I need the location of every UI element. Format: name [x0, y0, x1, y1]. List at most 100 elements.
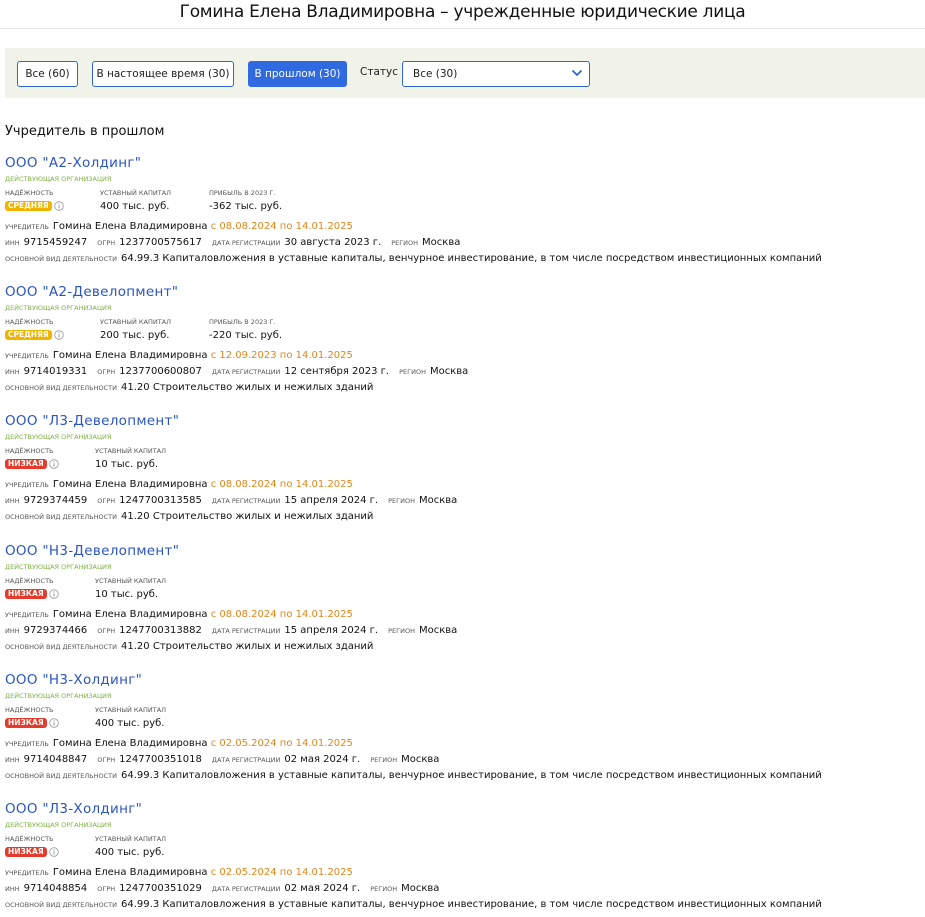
filter-bar: Все (60) В настоящее время (30) В прошло…: [5, 48, 925, 98]
company-name-link[interactable]: ООО "А2-Холдинг": [5, 155, 920, 172]
founder-line: учредитель Гомина Елена Владимировна с 08…: [5, 477, 920, 493]
founder-period: с 08.08.2024 по 14.01.2025: [210, 609, 353, 620]
company-metrics: надёжность низкая уставный капитал 400 тыс.…: [5, 835, 920, 865]
reg-date-value: 15 апреля 2024 г.: [284, 495, 379, 506]
company-card: ООО "Л3-Холдинг" действующая организация н…: [5, 801, 920, 913]
profit-label: прибыль в 2023 г.: [209, 318, 276, 326]
region-value: Москва: [418, 625, 458, 636]
company-metrics: надёжность низкая уставный капитал 400 тыс.…: [5, 706, 920, 736]
ogrn-value: 1247700313882: [119, 625, 202, 636]
filter-past-button[interactable]: В прошлом (30): [248, 61, 347, 87]
activity-value: 64.99.3 Капиталовложения в уставные капи…: [121, 253, 822, 264]
founder-line: учредитель Гомина Елена Владимировна с 02…: [5, 865, 920, 881]
region-value: Москва: [418, 495, 458, 506]
founder-name[interactable]: Гомина Елена Владимировна: [53, 609, 208, 620]
info-icon[interactable]: [53, 201, 64, 211]
capital-label: уставный капитал: [95, 447, 167, 455]
founder-name[interactable]: Гомина Елена Владимировна: [53, 479, 208, 490]
status-select-value: Все (30): [413, 68, 458, 80]
reg-date-label: дата регистрации: [211, 239, 281, 247]
info-icon[interactable]: [48, 459, 59, 469]
status-filter-label: Статус: [360, 66, 398, 78]
founder-name[interactable]: Гомина Елена Владимировна: [53, 738, 208, 749]
reliability-label: надёжность: [5, 189, 54, 197]
capital-value: 10 тыс. руб.: [95, 459, 159, 470]
reliability-metric: надёжность средняя: [5, 189, 64, 214]
company-metrics: надёжность низкая уставный капитал 10 тыс. …: [5, 577, 920, 607]
company-status: действующая организация: [5, 304, 112, 312]
reliability-badge: низкая: [5, 847, 47, 857]
capital-metric: уставный капитал 400 тыс. руб.: [100, 189, 171, 214]
inn-value: 9729374466: [23, 625, 88, 636]
info-icon[interactable]: [48, 718, 59, 728]
founder-period: с 08.08.2024 по 14.01.2025: [210, 479, 353, 490]
ogrn-value: 1247700313585: [119, 495, 202, 506]
activity-label: основной вид деятельности: [5, 643, 118, 651]
founder-line: учредитель Гомина Елена Владимировна с 02…: [5, 736, 920, 752]
activity-value: 64.99.3 Капиталовложения в уставные капи…: [121, 770, 822, 781]
ogrn-label: огрн: [97, 885, 116, 893]
ogrn-label: огрн: [97, 756, 116, 764]
founder-period: с 08.08.2024 по 14.01.2025: [210, 221, 353, 232]
profit-metric: прибыль в 2023 г. -362 тыс. руб.: [209, 189, 282, 214]
founder-name[interactable]: Гомина Елена Владимировна: [53, 867, 208, 878]
inn-value: 9715459247: [23, 237, 88, 248]
capital-metric: уставный капитал 10 тыс. руб.: [95, 447, 166, 472]
page-title: Гомина Елена Владимировна – учрежденные …: [179, 2, 746, 22]
ogrn-value: 1237700575617: [119, 237, 202, 248]
company-status: действующая организация: [5, 175, 112, 183]
inn-label: инн: [5, 368, 20, 376]
company-metrics: надёжность низкая уставный капитал 10 тыс. …: [5, 447, 920, 477]
filter-current-button[interactable]: В настоящее время (30): [92, 61, 234, 87]
reliability-badge: низкая: [5, 459, 47, 469]
reliability-badge: средняя: [5, 201, 52, 211]
ogrn-label: огрн: [97, 627, 116, 635]
activity-line: основной вид деятельности 41.20 Строитель…: [5, 639, 920, 655]
company-status: действующая организация: [5, 433, 112, 441]
inn-label: инн: [5, 497, 20, 505]
founder-label: учредитель: [5, 611, 49, 619]
capital-label: уставный капитал: [95, 835, 167, 843]
activity-label: основной вид деятельности: [5, 901, 118, 909]
region-value: Москва: [401, 754, 440, 765]
reg-date-label: дата регистрации: [211, 627, 281, 635]
region-label: регион: [388, 627, 415, 635]
filter-all-button[interactable]: Все (60): [17, 61, 78, 87]
section-title: Учредитель в прошлом: [5, 124, 165, 139]
reliability-badge: средняя: [5, 330, 52, 340]
region-value: Москва: [401, 883, 440, 894]
region-label: регион: [370, 756, 398, 764]
registry-line: инн 9715459247 огрн 1237700575617 дата регис…: [5, 235, 920, 251]
status-select[interactable]: Все (30): [402, 61, 590, 87]
capital-value: 10 тыс. руб.: [95, 589, 159, 600]
capital-metric: уставный капитал 400 тыс. руб.: [95, 706, 166, 731]
company-card: ООО "А2-Девелопмент" действующая организа…: [5, 284, 920, 396]
reliability-badge: низкая: [5, 589, 47, 599]
region-label: регион: [399, 368, 426, 376]
inn-value: 9729374459: [23, 495, 88, 506]
registry-line: инн 9714019331 огрн 1237700600807 дата регис…: [5, 364, 920, 380]
activity-line: основной вид деятельности 64.99.3 Капитал…: [5, 897, 920, 913]
info-icon[interactable]: [48, 847, 59, 857]
inn-label: инн: [5, 756, 20, 764]
activity-value: 64.99.3 Капиталовложения в уставные капи…: [121, 899, 822, 910]
founder-name[interactable]: Гомина Елена Владимировна: [53, 350, 208, 361]
company-card: ООО "А2-Холдинг" действующая организация н…: [5, 155, 920, 267]
reliability-label: надёжность: [5, 577, 54, 585]
inn-label: инн: [5, 885, 20, 893]
company-name-link[interactable]: ООО "Н3-Девелопмент": [5, 543, 920, 560]
activity-value: 41.20 Строительство жилых и нежилых здан…: [121, 382, 374, 393]
registry-line: инн 9729374466 огрн 1247700313882 дата регис…: [5, 623, 920, 639]
company-metrics: надёжность средняя уставный капитал 400 тыс…: [5, 189, 920, 219]
info-icon[interactable]: [53, 330, 64, 340]
capital-value: 400 тыс. руб.: [95, 847, 165, 858]
company-name-link[interactable]: ООО "Н3-Холдинг": [5, 672, 920, 689]
reliability-label: надёжность: [5, 835, 54, 843]
company-name-link[interactable]: ООО "Л3-Холдинг": [5, 801, 920, 818]
company-name-link[interactable]: ООО "А2-Девелопмент": [5, 284, 920, 301]
info-icon[interactable]: [48, 589, 59, 599]
capital-label: уставный капитал: [95, 577, 167, 585]
founder-name[interactable]: Гомина Елена Владимировна: [53, 221, 208, 232]
activity-label: основной вид деятельности: [5, 772, 118, 780]
company-name-link[interactable]: ООО "Л3-Девелопмент": [5, 413, 920, 430]
